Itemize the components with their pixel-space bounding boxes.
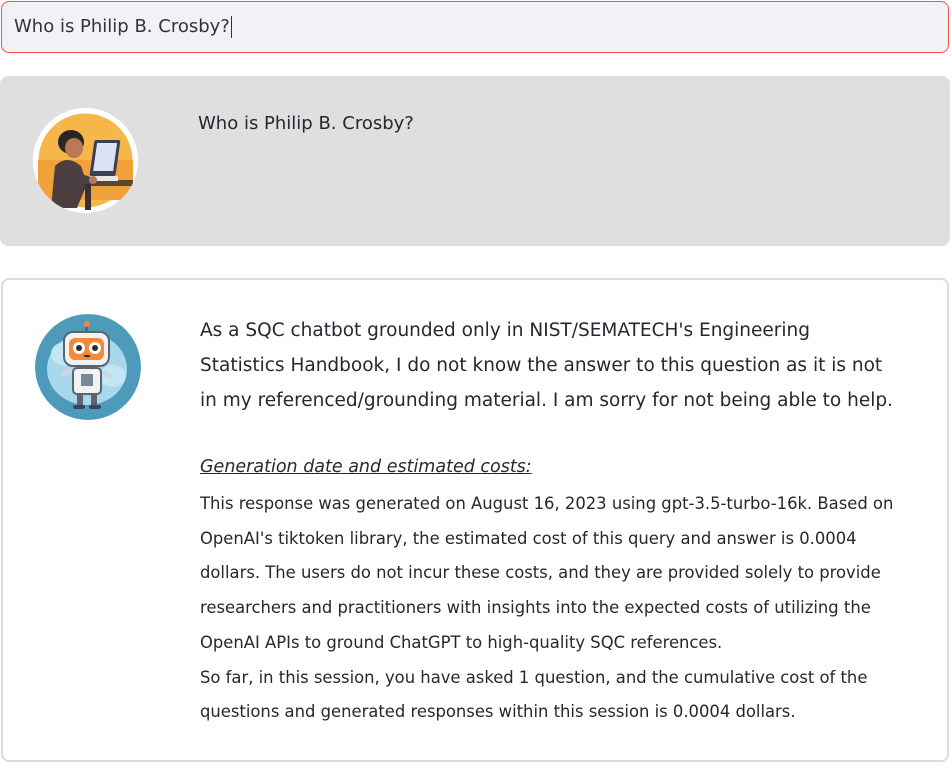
session-summary-paragraph: So far, in this session, you have asked …	[200, 667, 868, 722]
costs-section: This response was generated on August 16…	[200, 487, 900, 730]
robot-avatar	[35, 314, 141, 420]
costs-heading: Generation date and estimated costs:	[200, 457, 532, 477]
text-caret	[230, 16, 232, 38]
chat-input[interactable]: Who is Philip B. Crosby?	[1, 1, 949, 53]
user-at-computer-avatar	[33, 108, 138, 213]
user-message-text: Who is Philip B. Crosby?	[198, 113, 414, 134]
assistant-answer-text: As a SQC chatbot grounded only in NIST/S…	[200, 320, 893, 411]
costs-paragraph: This response was generated on August 16…	[200, 494, 894, 652]
user-message-bubble	[0, 76, 950, 246]
chat-input-value: Who is Philip B. Crosby?	[14, 16, 230, 37]
